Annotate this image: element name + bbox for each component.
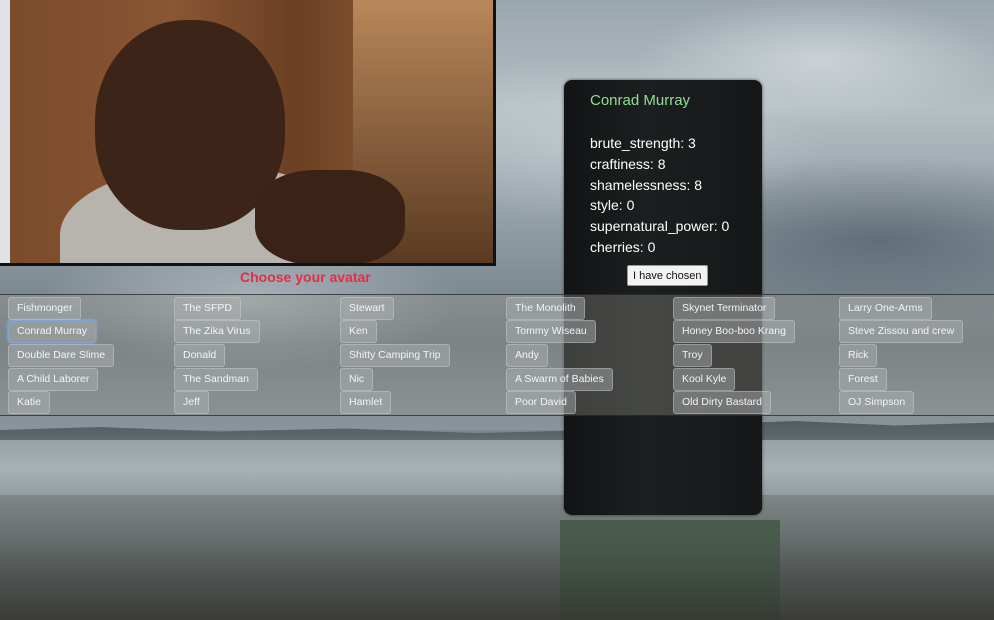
avatar-option-button[interactable]: The Monolith [506,297,585,320]
character-name: Conrad Murray [590,92,691,109]
avatar-option-button[interactable]: Tommy Wiseau [506,320,596,343]
stat-line: style: 0 [590,197,635,214]
stat-line: cherries: 0 [590,238,656,255]
avatar-option-button[interactable]: OJ Simpson [839,391,915,414]
avatar-option-button[interactable]: Conrad Murray [8,320,97,343]
avatar-option-button[interactable]: Kool Kyle [673,368,736,391]
avatar-option-button[interactable]: Katie [8,391,50,414]
stat-line: brute_strength: 3 [590,135,696,151]
avatar-option-button[interactable]: Poor David [506,391,576,414]
avatar-option-button[interactable]: Ken [340,320,377,343]
avatar-option-button[interactable]: Rick [839,344,878,367]
avatar-option-button[interactable]: A Child Laborer [8,368,99,391]
choose-avatar-heading: Choose your avatar [240,269,371,285]
avatar-option-button[interactable]: The SFPD [174,297,242,320]
avatar-option-button[interactable]: Jeff [174,391,209,414]
portrait-hand [255,170,405,263]
avatar-option-button[interactable]: Steve Zissou and crew [839,320,964,343]
avatar-option-button[interactable]: Hamlet [340,391,392,414]
stats-list: brute_strength: 3 craftiness: 8 shameles… [590,133,729,258]
sea [0,440,994,500]
avatar-option-button[interactable]: A Swarm of Babies [506,368,613,391]
avatar-option-button[interactable]: Andy [506,344,548,367]
avatar-option-button[interactable]: Fishmonger [8,297,82,320]
avatar-option-button[interactable]: Donald [174,344,226,367]
beach [0,495,994,620]
avatar-option-button[interactable]: Old Dirty Bastard [673,391,771,414]
avatar-option-button[interactable]: Honey Boo-boo Krang [673,320,795,343]
avatar-option-button[interactable]: The Sandman [174,368,258,391]
avatar-option-button[interactable]: Stewart [340,297,394,320]
i-have-chosen-button[interactable]: I have chosen [627,265,708,286]
stat-line: supernatural_power: 0 [590,218,730,235]
avatar-portrait [0,0,496,266]
stat-line: craftiness: 8 [590,155,666,172]
avatar-option-button[interactable]: Nic [340,368,374,391]
avatar-option-button[interactable]: Larry One-Arms [839,297,932,320]
avatar-option-button[interactable]: Shitty Camping Trip [340,344,450,367]
avatar-option-button[interactable]: Skynet Terminator [673,297,776,320]
avatar-option-button[interactable]: The Zika Virus [174,320,260,343]
avatar-option-button[interactable]: Forest [839,368,887,391]
avatar-option-button[interactable]: Troy [673,344,712,367]
avatar-option-button[interactable]: Double Dare Slime [8,344,115,367]
monolith-reflection [560,520,780,620]
stat-line: shamelessness: 8 [590,176,703,193]
